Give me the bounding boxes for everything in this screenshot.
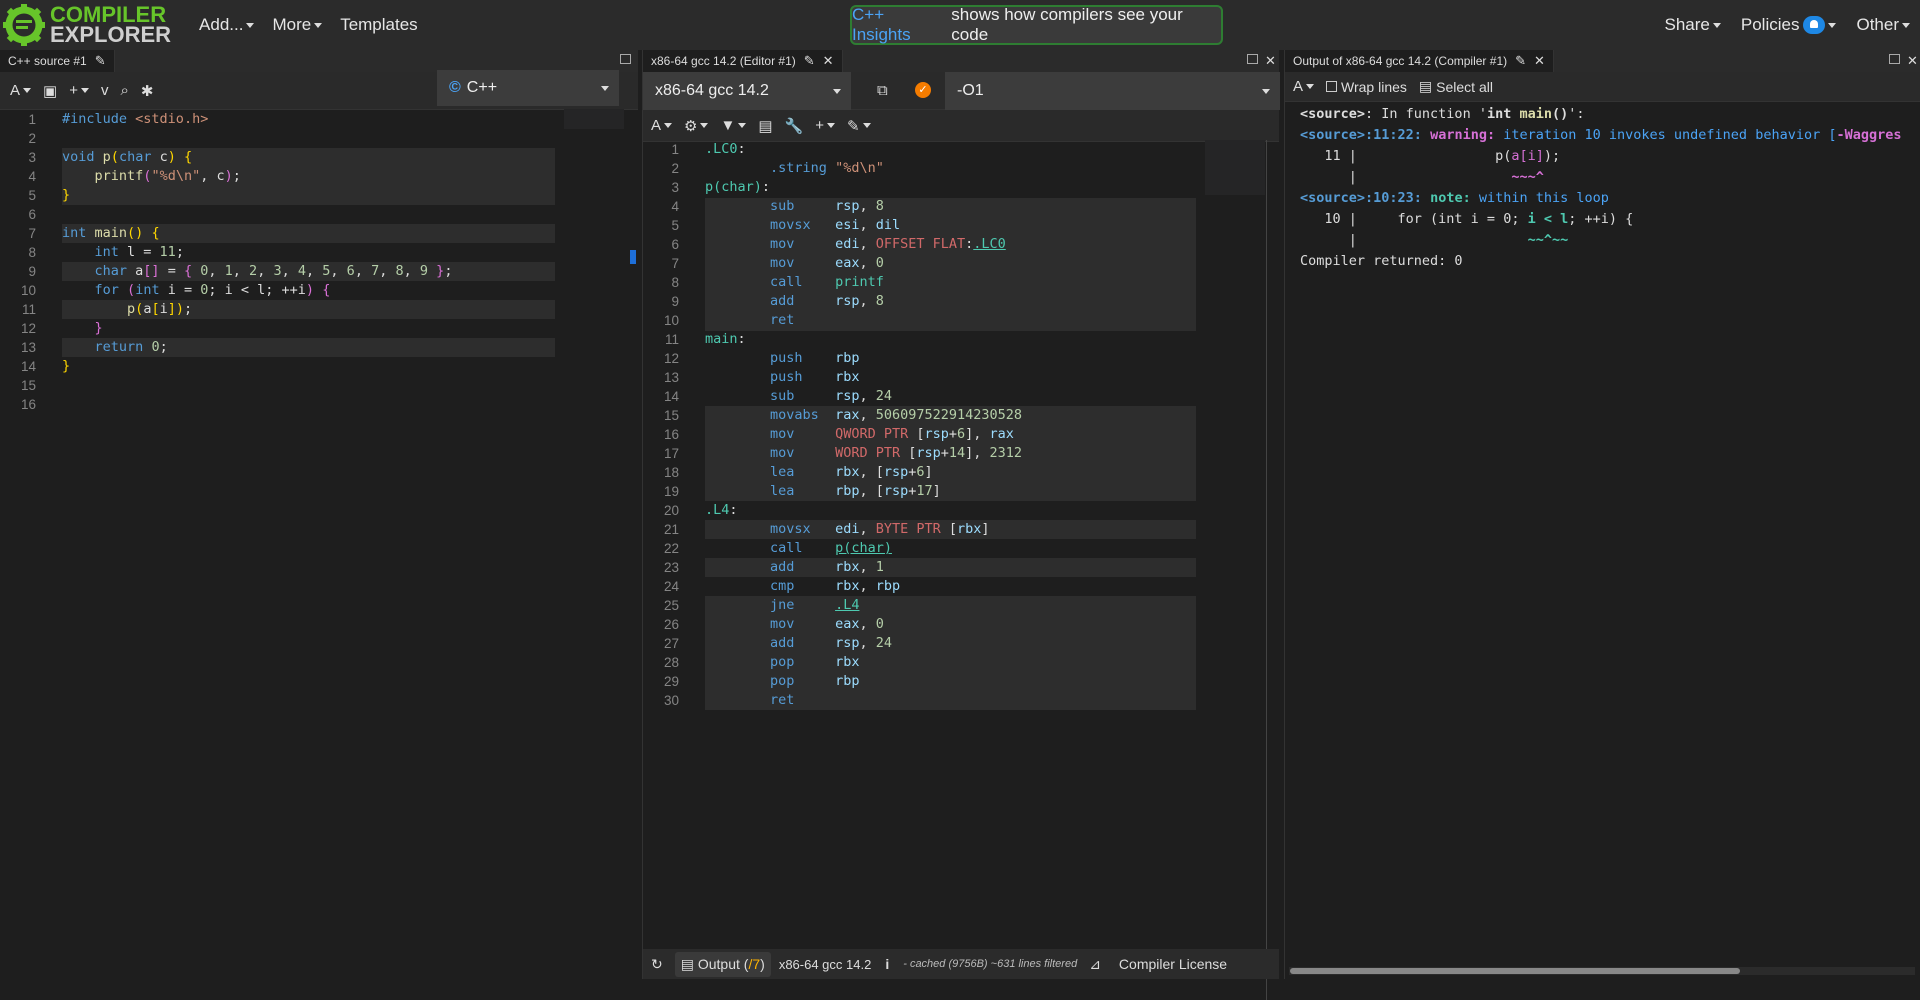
source-code[interactable]: #include <stdio.h> void p(char c) { prin… bbox=[62, 110, 452, 395]
checkbox-icon bbox=[1326, 81, 1337, 92]
wrap-lines-toggle[interactable]: Wrap lines bbox=[1326, 79, 1407, 95]
readonly-pin-icon[interactable]: ✱ bbox=[141, 82, 154, 100]
compiler-output-text: <source>: In function 'int main()': <sou… bbox=[1300, 104, 1902, 272]
tab-output[interactable]: Output of x86-64 gcc 14.2 (Compiler #1) ✎… bbox=[1285, 50, 1554, 72]
logo-text: COMPILER EXPLORER bbox=[50, 5, 171, 45]
save-icon[interactable]: ▣ bbox=[43, 82, 57, 100]
add-new-icon[interactable]: + bbox=[69, 82, 89, 99]
top-navbar: COMPILER EXPLORER Add... More Templates … bbox=[0, 0, 1920, 50]
compiler-options-input[interactable]: -O1 bbox=[945, 72, 1280, 110]
chevron-down-icon bbox=[1262, 89, 1270, 94]
source-editor-pane: C++ source #1 ✎ A ▣ + v ⌕ ✱ © C++ 1 2 3 4… bbox=[0, 50, 638, 979]
tab-label: C++ source #1 bbox=[8, 54, 87, 68]
close-icon[interactable]: ✕ bbox=[1907, 53, 1918, 69]
caret-down-icon bbox=[1713, 23, 1721, 28]
other-menu[interactable]: Other bbox=[1856, 15, 1910, 35]
insights-text: shows how compilers see your code bbox=[951, 5, 1221, 45]
more-menu[interactable]: More bbox=[272, 15, 322, 35]
search-icon[interactable]: ⌕ bbox=[120, 82, 128, 99]
cached-status: - cached (9756B) ~631 lines filtered bbox=[903, 958, 1077, 970]
templates-link[interactable]: Templates bbox=[340, 15, 417, 35]
info-icon[interactable]: i bbox=[885, 956, 889, 972]
gear-logo-icon bbox=[2, 3, 46, 47]
maximize-icon[interactable] bbox=[1889, 54, 1900, 64]
add-menu[interactable]: Add... bbox=[199, 15, 254, 35]
asm-minimap[interactable] bbox=[1205, 140, 1265, 195]
compiler-explorer-logo[interactable]: COMPILER EXPLORER bbox=[2, 0, 171, 50]
compiler-name: x86-64 gcc 14.2 bbox=[655, 82, 769, 100]
settings-gear-icon[interactable]: ⚙ bbox=[684, 117, 708, 135]
close-icon[interactable]: ✕ bbox=[1265, 53, 1276, 69]
more-menu-label: More bbox=[272, 15, 311, 35]
maximize-icon[interactable] bbox=[620, 54, 631, 64]
asm-line-numbers: 1 2 3 4 5 6 7 8 9 10 11 12 13 14 15 16 1… bbox=[643, 140, 679, 710]
scrollbar-marker bbox=[630, 250, 636, 264]
caret-down-icon bbox=[1828, 23, 1836, 28]
tab-compiler[interactable]: x86-64 gcc 14.2 (Editor #1) ✎ ✕ bbox=[643, 50, 843, 72]
share-label: Share bbox=[1665, 15, 1710, 35]
other-label: Other bbox=[1856, 15, 1899, 35]
select-all-label: Select all bbox=[1436, 79, 1493, 95]
add-menu-label: Add... bbox=[199, 15, 243, 35]
tab-source-editor[interactable]: C++ source #1 ✎ bbox=[0, 50, 115, 72]
pencil-icon[interactable]: ✎ bbox=[1515, 53, 1526, 69]
source-line-numbers: 1 2 3 4 5 6 7 8 9 10 11 12 13 14 15 16 bbox=[0, 110, 36, 414]
caret-down-icon bbox=[1902, 23, 1910, 28]
wrench-icon[interactable]: 🔧 bbox=[785, 117, 804, 135]
horizontal-scrollbar[interactable] bbox=[1289, 967, 1915, 975]
select-all-icon: ▤ bbox=[1419, 78, 1432, 95]
filter-icon[interactable]: ▼ bbox=[720, 117, 746, 134]
close-icon[interactable]: ✕ bbox=[823, 53, 834, 69]
status-compiler-name: x86-64 gcc 14.2 bbox=[779, 957, 872, 972]
language-label: C++ bbox=[467, 79, 497, 97]
chevron-down-icon bbox=[833, 89, 841, 94]
compiler-select[interactable]: x86-64 gcc 14.2 bbox=[643, 72, 851, 110]
tab-label: x86-64 gcc 14.2 (Editor #1) bbox=[651, 54, 796, 68]
pencil-icon[interactable]: ✎ bbox=[804, 53, 815, 69]
libraries-icon[interactable]: ▤ bbox=[758, 117, 772, 135]
assembly-output[interactable]: .LC0: .string "%d\n" p(char): sub rsp, 8… bbox=[705, 140, 1022, 710]
policies-label: Policies bbox=[1741, 15, 1800, 35]
templates-label: Templates bbox=[340, 15, 417, 35]
brush-icon[interactable]: ✎ bbox=[847, 117, 871, 135]
source-minimap[interactable] bbox=[564, 109, 624, 129]
insights-banner[interactable]: C++ Insightsshows how compilers see your… bbox=[850, 5, 1223, 45]
chart-icon[interactable]: ⊿ bbox=[1089, 956, 1101, 973]
chevron-down-icon bbox=[601, 86, 609, 91]
select-all-button[interactable]: ▤Select all bbox=[1419, 78, 1493, 95]
output-button[interactable]: ▤ Output (/7) bbox=[675, 952, 771, 977]
wrap-lines-label: Wrap lines bbox=[1341, 79, 1407, 95]
tab-label: Output of x86-64 gcc 14.2 (Compiler #1) bbox=[1293, 54, 1507, 68]
output-pane: Output of x86-64 gcc 14.2 (Compiler #1) ✎… bbox=[1284, 50, 1920, 979]
compiler-pane: x86-64 gcc 14.2 (Editor #1) ✎ ✕ ✕ x86-64 g… bbox=[642, 50, 1279, 979]
output-end: ) bbox=[760, 956, 765, 972]
add-tool-icon[interactable]: + bbox=[815, 117, 835, 134]
caret-down-icon bbox=[246, 23, 254, 28]
font-size-icon[interactable]: A bbox=[10, 82, 31, 99]
compiler-status-bar: ↻ ▤ Output (/7) x86-64 gcc 14.2 i - cach… bbox=[643, 949, 1279, 979]
insights-link[interactable]: C++ Insights bbox=[852, 5, 946, 45]
cpp-logo-icon: © bbox=[449, 79, 461, 97]
font-size-icon[interactable]: A bbox=[651, 117, 672, 134]
options-value: -O1 bbox=[957, 82, 984, 100]
vim-icon[interactable]: v bbox=[101, 82, 109, 99]
policies-menu[interactable]: Policies bbox=[1741, 15, 1837, 35]
font-size-icon[interactable]: A bbox=[1293, 78, 1314, 95]
maximize-icon[interactable] bbox=[1247, 54, 1258, 64]
language-select[interactable]: © C++ bbox=[437, 70, 619, 106]
logo-line2: EXPLORER bbox=[50, 25, 171, 45]
caret-down-icon bbox=[314, 23, 322, 28]
close-icon[interactable]: ✕ bbox=[1534, 53, 1545, 69]
refresh-icon[interactable]: ↻ bbox=[651, 956, 663, 973]
output-label: Output ( bbox=[698, 956, 749, 972]
popout-icon[interactable]: ⧉ bbox=[877, 82, 888, 99]
share-menu[interactable]: Share bbox=[1665, 15, 1721, 35]
pencil-icon[interactable]: ✎ bbox=[95, 53, 106, 69]
compile-status-icon[interactable]: ✓ bbox=[915, 82, 931, 98]
compiler-license-link[interactable]: Compiler License bbox=[1119, 956, 1227, 972]
bell-icon bbox=[1803, 16, 1825, 34]
output-count: /7 bbox=[748, 956, 760, 972]
compiler-returned: Compiler returned: 0 bbox=[1300, 253, 1463, 269]
